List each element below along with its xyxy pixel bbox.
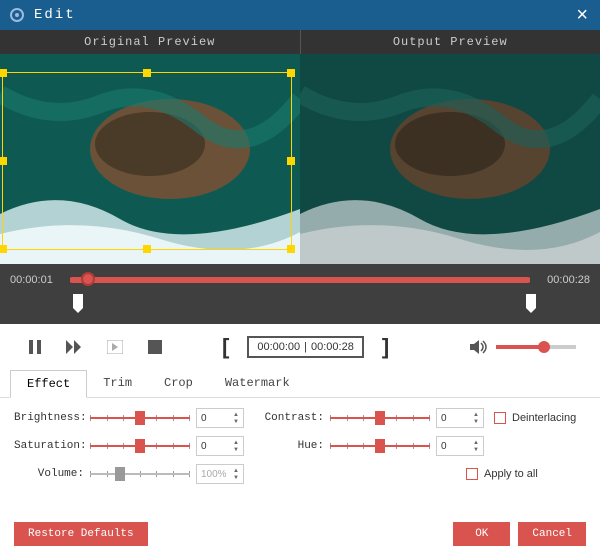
effect-panel: Brightness: 0▲▼ Contrast: 0▲▼ Deinterlac… xyxy=(0,398,600,502)
window-title: Edit xyxy=(34,7,76,23)
stop-button[interactable] xyxy=(144,336,166,358)
saturation-slider[interactable] xyxy=(90,439,190,453)
range-end-time: 00:00:28 xyxy=(311,341,354,353)
fast-forward-button[interactable] xyxy=(64,336,86,358)
titlebar: Edit × xyxy=(0,0,600,30)
brightness-spinner[interactable]: 0▲▼ xyxy=(196,408,244,428)
volume-icon[interactable] xyxy=(468,336,490,358)
timeline-bar[interactable] xyxy=(70,277,530,283)
ok-button[interactable]: OK xyxy=(453,522,510,546)
preview-labels: Original Preview Output Preview xyxy=(0,30,600,54)
timeline-end-time: 00:00:28 xyxy=(536,274,590,286)
contrast-spinner[interactable]: 0▲▼ xyxy=(436,408,484,428)
range-end-bracket-icon[interactable]: ] xyxy=(382,334,389,360)
deinterlacing-label: Deinterlacing xyxy=(512,412,576,424)
saturation-label: Saturation: xyxy=(14,440,84,452)
volume-slider[interactable] xyxy=(496,345,576,349)
original-preview-label: Original Preview xyxy=(0,30,301,54)
volume-thumb[interactable] xyxy=(538,341,550,353)
timeline-current-time: 00:00:01 xyxy=(10,274,64,286)
effect-volume-spinner: 100%▲▼ xyxy=(196,464,244,484)
hue-spinner[interactable]: 0▲▼ xyxy=(436,436,484,456)
timeline-playhead[interactable] xyxy=(81,272,95,286)
contrast-label: Contrast: xyxy=(254,412,324,424)
footer: Restore Defaults OK Cancel xyxy=(0,514,600,554)
range-times: 00:00:00 | 00:00:28 xyxy=(247,336,364,358)
volume-label: Volume: xyxy=(14,468,84,480)
contrast-slider[interactable] xyxy=(330,411,430,425)
trim-start-marker[interactable] xyxy=(73,294,83,308)
timeline: 00:00:01 00:00:28 xyxy=(0,264,600,324)
apply-all-label: Apply to all xyxy=(484,468,538,480)
original-preview[interactable] xyxy=(0,54,300,264)
effect-volume-slider[interactable] xyxy=(90,467,190,481)
tab-effect[interactable]: Effect xyxy=(10,370,87,398)
brightness-label: Brightness: xyxy=(14,412,84,424)
pause-button[interactable] xyxy=(24,336,46,358)
preview-area xyxy=(0,54,600,264)
restore-defaults-button[interactable]: Restore Defaults xyxy=(14,522,148,546)
output-preview xyxy=(300,54,600,264)
app-icon xyxy=(8,6,26,24)
trim-end-marker[interactable] xyxy=(526,294,536,308)
brightness-slider[interactable] xyxy=(90,411,190,425)
output-preview-label: Output Preview xyxy=(301,30,600,54)
tabs: Effect Trim Crop Watermark xyxy=(0,370,600,398)
saturation-spinner[interactable]: 0▲▼ xyxy=(196,436,244,456)
playback-controls: [ 00:00:00 | 00:00:28 ] xyxy=(0,324,600,370)
deinterlacing-checkbox[interactable] xyxy=(494,412,506,424)
apply-all-checkbox[interactable] xyxy=(466,468,478,480)
close-icon[interactable]: × xyxy=(572,4,592,27)
range-start-bracket-icon[interactable]: [ xyxy=(222,334,229,360)
tab-watermark[interactable]: Watermark xyxy=(209,370,306,397)
range-start-time: 00:00:00 xyxy=(257,341,300,353)
tab-crop[interactable]: Crop xyxy=(148,370,209,397)
hue-label: Hue: xyxy=(254,440,324,452)
cancel-button[interactable]: Cancel xyxy=(518,522,586,546)
step-button[interactable] xyxy=(104,336,126,358)
hue-slider[interactable] xyxy=(330,439,430,453)
tab-trim[interactable]: Trim xyxy=(87,370,148,397)
